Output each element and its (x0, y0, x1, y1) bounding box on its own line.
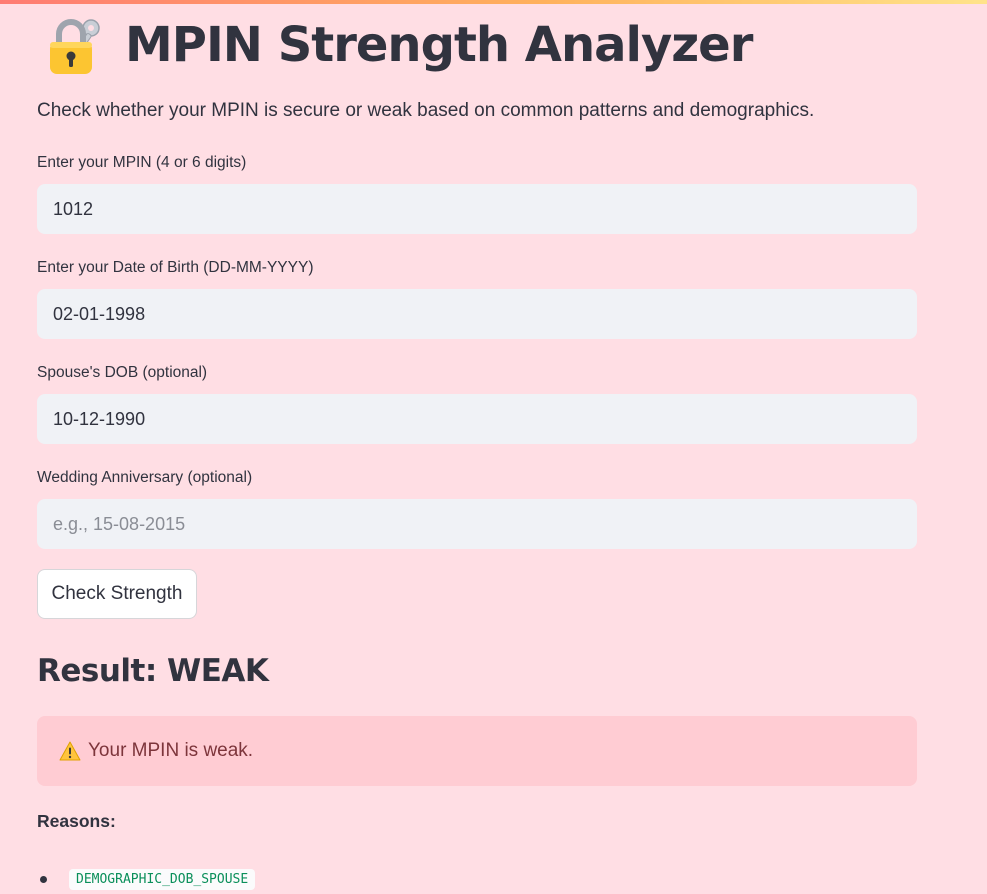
lock-with-key-icon (47, 14, 105, 76)
warning-text: Your MPIN is weak. (88, 740, 254, 761)
page-subtitle: Check whether your MPIN is secure or wea… (37, 100, 815, 121)
top-decoration-bar (0, 0, 987, 4)
reason-code: DEMOGRAPHIC_DOB_SPOUSE (69, 868, 256, 890)
dob-label: Enter your Date of Birth (DD-MM-YYYY) (37, 259, 314, 276)
spouse-dob-label: Spouse's DOB (optional) (37, 364, 208, 381)
anniversary-input[interactable] (37, 499, 917, 549)
mpin-input[interactable] (37, 184, 917, 234)
bullet-icon (40, 875, 47, 883)
page-title: MPIN Strength Analyzer (125, 17, 753, 73)
dob-input[interactable] (37, 289, 917, 339)
warning-alert: Your MPIN is weak. (37, 716, 917, 786)
spouse-dob-input[interactable] (37, 394, 917, 444)
reasons-label: Reasons: (37, 811, 116, 831)
reasons-list: DEMOGRAPHIC_DOB_SPOUSE (37, 864, 917, 894)
check-strength-button[interactable]: Check Strength (37, 569, 197, 619)
list-item: DEMOGRAPHIC_DOB_SPOUSE (37, 864, 917, 894)
title-row: MPIN Strength Analyzer (47, 10, 927, 80)
anniversary-label: Wedding Anniversary (optional) (37, 469, 253, 486)
mpin-label: Enter your MPIN (4 or 6 digits) (37, 154, 247, 171)
warning-icon (59, 741, 81, 761)
result-heading: Result: WEAK (37, 653, 269, 689)
